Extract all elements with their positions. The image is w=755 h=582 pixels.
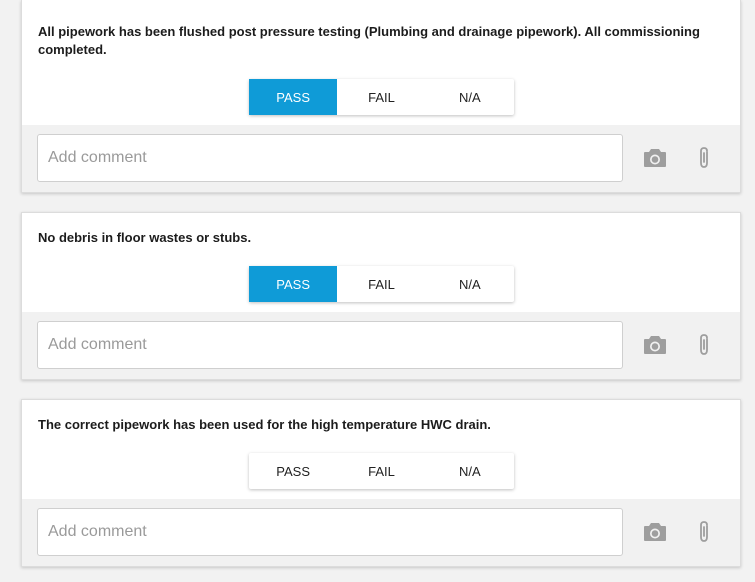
pass-button[interactable]: PASS bbox=[249, 266, 338, 302]
na-button[interactable]: N/A bbox=[426, 79, 514, 115]
comment-input[interactable] bbox=[37, 321, 623, 369]
fail-button[interactable]: FAIL bbox=[337, 453, 425, 489]
fail-button[interactable]: FAIL bbox=[337, 79, 425, 115]
checklist-item: The correct pipework has been used for t… bbox=[21, 399, 741, 567]
pass-fail-na-toggle: PASS FAIL N/A bbox=[249, 266, 514, 302]
na-button[interactable]: N/A bbox=[426, 453, 514, 489]
fail-button[interactable]: FAIL bbox=[337, 266, 425, 302]
checklist-item: No debris in floor wastes or stubs. PASS… bbox=[21, 212, 741, 380]
pass-fail-na-toggle: PASS FAIL N/A bbox=[249, 79, 514, 115]
question-text: No debris in floor wastes or stubs. bbox=[38, 230, 252, 245]
pass-fail-na-toggle: PASS FAIL N/A bbox=[249, 453, 514, 489]
camera-icon[interactable] bbox=[642, 520, 668, 544]
paperclip-icon[interactable] bbox=[691, 146, 717, 170]
question-text: The correct pipework has been used for t… bbox=[38, 417, 491, 432]
question-text: All pipework has been flushed post press… bbox=[38, 24, 700, 57]
checklist-item: All pipework has been flushed post press… bbox=[21, 0, 741, 193]
comment-bar bbox=[22, 499, 740, 566]
comment-bar bbox=[22, 125, 740, 192]
paperclip-icon[interactable] bbox=[691, 333, 717, 357]
comment-bar bbox=[22, 312, 740, 379]
camera-icon[interactable] bbox=[642, 333, 668, 357]
pass-button[interactable]: PASS bbox=[249, 453, 337, 489]
paperclip-icon[interactable] bbox=[691, 520, 717, 544]
pass-button[interactable]: PASS bbox=[249, 79, 338, 115]
comment-input[interactable] bbox=[37, 508, 623, 556]
comment-input[interactable] bbox=[37, 134, 623, 182]
na-button[interactable]: N/A bbox=[426, 266, 514, 302]
camera-icon[interactable] bbox=[642, 146, 668, 170]
